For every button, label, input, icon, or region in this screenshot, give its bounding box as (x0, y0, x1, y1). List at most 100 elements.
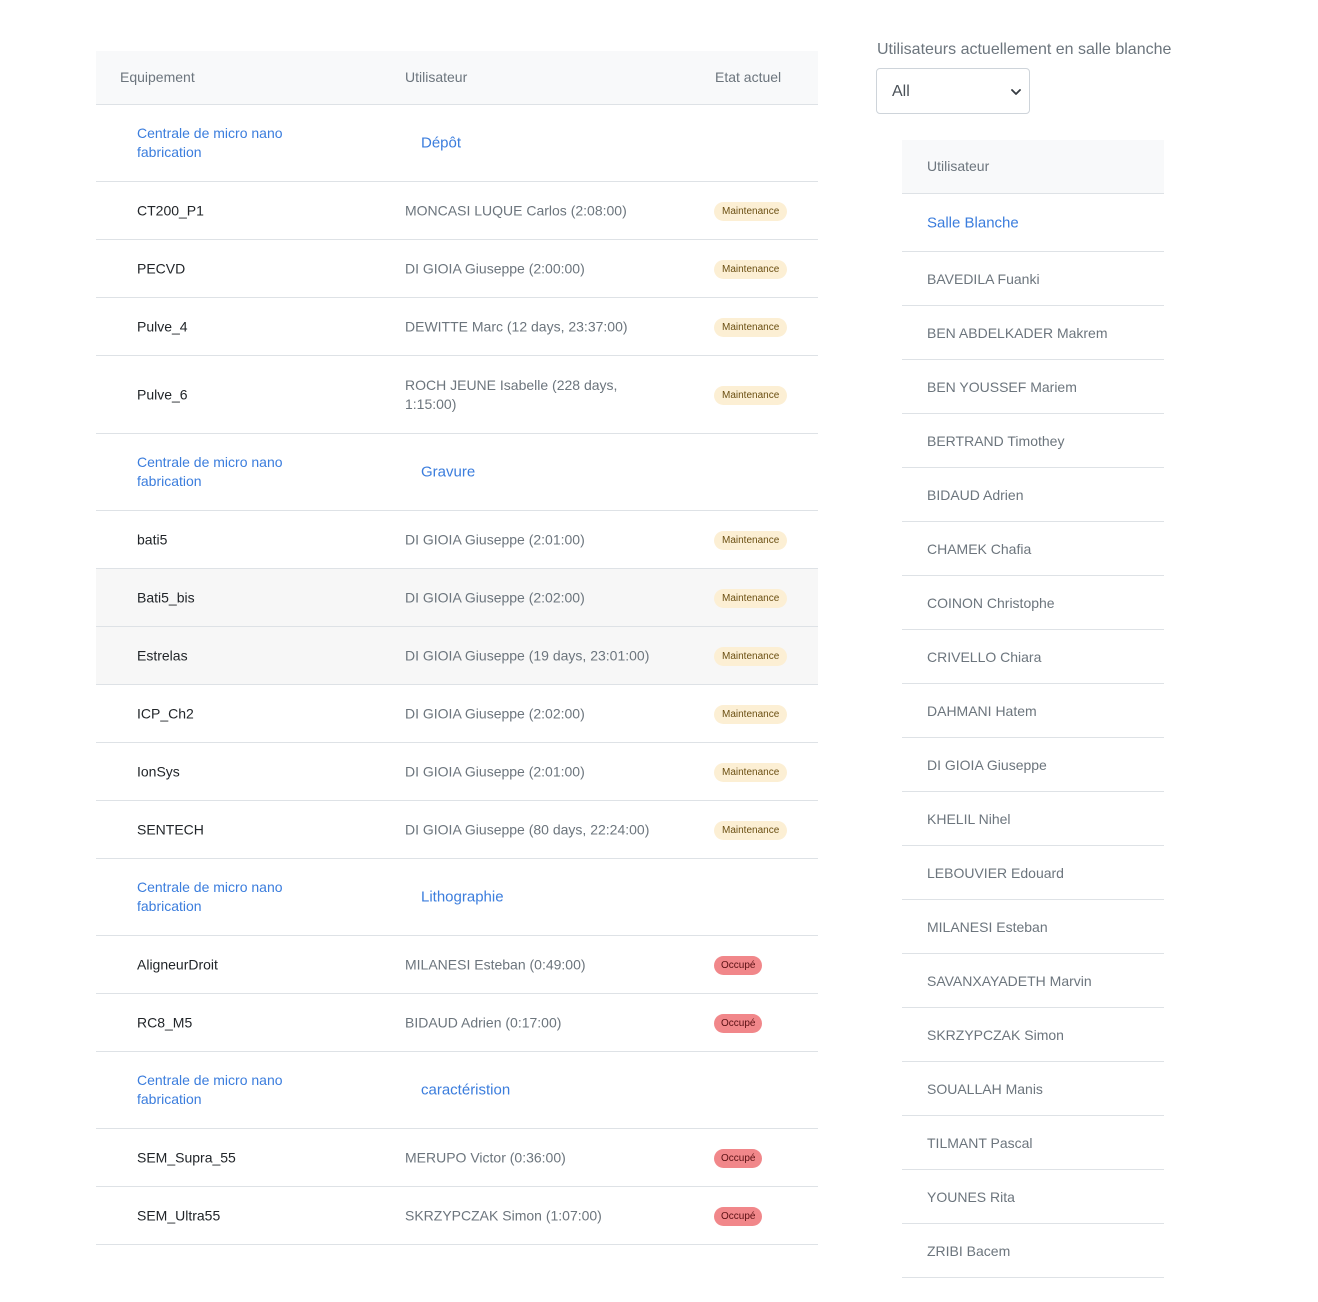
equipment-name: SENTECH (137, 821, 204, 837)
state-cell: Maintenance (714, 820, 788, 840)
list-item: ZRIBI Bacem (902, 1224, 1164, 1278)
table-row[interactable]: SEM_Ultra55 SKRZYPCZAK Simon (1:07:00) Occ… (96, 1187, 818, 1245)
equipment-name: PECVD (137, 260, 186, 276)
state-cell: Maintenance (714, 385, 788, 405)
list-item: CRIVELLO Chiara (902, 630, 1164, 684)
state-cell: Maintenance (714, 259, 788, 279)
status-badge: Maintenance (714, 201, 788, 221)
list-item: CHAMEK Chafia (902, 522, 1164, 576)
list-item: BERTRAND Timothey (902, 414, 1164, 468)
table-row[interactable]: Estrelas DI GIOIA Giuseppe (19 days, 23:0… (96, 627, 818, 685)
equipment-name: CT200_P1 (137, 202, 204, 218)
list-item: DAHMANI Hatem (902, 684, 1164, 738)
status-badge: Maintenance (714, 820, 788, 840)
user-name: ZRIBI Bacem (927, 1242, 1011, 1259)
table-row[interactable]: Pulve_6 ROCH JEUNE Isabelle (228 days, 1:… (96, 356, 818, 434)
group-row: Centrale de micro nano fabrication caract… (96, 1052, 818, 1129)
equipment-name: Pulve_6 (137, 386, 188, 402)
table-row[interactable]: SEM_Supra_55 MERUPO Victor (0:36:00) Occup… (96, 1129, 818, 1187)
list-item: SOUALLAH Manis (902, 1062, 1164, 1116)
list-item: BAVEDILA Fuanki (902, 252, 1164, 306)
table-row[interactable]: Bati5_bis DI GIOIA Giuseppe (2:02:00) Main… (96, 569, 818, 627)
table-row[interactable]: AligneurDroit MILANESI Esteban (0:49:00) O… (96, 936, 818, 994)
status-badge: Maintenance (714, 385, 788, 405)
table-row[interactable]: bati5 DI GIOIA Giuseppe (2:01:00) Maintena… (96, 511, 818, 569)
user-name: BEN YOUSSEF Mariem (927, 378, 1077, 395)
list-item: YOUNES Rita (902, 1170, 1164, 1224)
state-cell: Maintenance (714, 201, 788, 221)
header-equipment: Equipement (120, 69, 195, 85)
header-state: Etat actuel (715, 69, 782, 85)
table-row[interactable]: PECVD DI GIOIA Giuseppe (2:00:00) Maintena… (96, 240, 818, 298)
table-row[interactable]: Pulve_4 DEWITTE Marc (12 days, 23:37:00) M… (96, 298, 818, 356)
user-name: SAVANXAYADETH Marvin (927, 972, 1092, 989)
user-name: COINON Christophe (927, 594, 1055, 611)
room-filter-select[interactable]: All (876, 68, 1030, 114)
equipment-user: DI GIOIA Giuseppe (2:02:00) (405, 705, 585, 721)
equipment-name: ICP_Ch2 (137, 705, 194, 721)
list-item: COINON Christophe (902, 576, 1164, 630)
user-name: TILMANT Pascal (927, 1134, 1033, 1151)
equipment-user: DEWITTE Marc (12 days, 23:37:00) (405, 318, 628, 334)
equipment-user: BIDAUD Adrien (0:17:00) (405, 1014, 562, 1030)
room-filter-value: All (892, 83, 910, 100)
equipment-table-body: Centrale de micro nano fabrication Dépôt C… (96, 105, 818, 1245)
status-badge: Maintenance (714, 704, 788, 724)
state-cell: Maintenance (714, 762, 788, 782)
status-badge: Maintenance (714, 762, 788, 782)
user-name: CRIVELLO Chiara (927, 648, 1042, 665)
org-link[interactable]: Centrale de micro nano fabrication (137, 878, 337, 916)
status-badge: Maintenance (714, 317, 788, 337)
equipment-user: ROCH JEUNE Isabelle (228 days, 1:15:00) (405, 376, 618, 412)
org-link[interactable]: Centrale de micro nano fabrication (137, 1071, 337, 1109)
user-name: SKRZYPCZAK Simon (927, 1026, 1064, 1043)
equipment-user: DI GIOIA Giuseppe (80 days, 22:24:00) (405, 821, 650, 837)
users-panel-label: Utilisateurs actuellement en salle blanc… (877, 41, 1172, 58)
user-name: SOUALLAH Manis (927, 1080, 1043, 1097)
equipment-user: MILANESI Esteban (0:49:00) (405, 956, 586, 972)
list-item: LEBOUVIER Edouard (902, 846, 1164, 900)
user-name: MILANESI Esteban (927, 918, 1048, 935)
state-cell: Maintenance (714, 317, 788, 337)
room-row[interactable]: Salle Blanche (902, 194, 1164, 252)
users-table: Utilisateur Salle Blanche BAVEDILA Fuank… (902, 140, 1164, 1278)
user-name: DAHMANI Hatem (927, 702, 1037, 719)
equipment-name: Estrelas (137, 647, 188, 663)
equipment-name: IonSys (137, 763, 180, 779)
state-cell: Occupé (714, 955, 763, 975)
org-link[interactable]: Centrale de micro nano fabrication (137, 124, 337, 162)
equipment-user: DI GIOIA Giuseppe (19 days, 23:01:00) (405, 647, 650, 663)
status-badge: Occupé (714, 1148, 763, 1168)
table-row[interactable]: IonSys DI GIOIA Giuseppe (2:01:00) Mainten… (96, 743, 818, 801)
state-cell: Occupé (714, 1148, 763, 1168)
equipment-name: Pulve_4 (137, 318, 188, 334)
group-row: Centrale de micro nano fabrication Dépôt (96, 105, 818, 182)
status-badge: Maintenance (714, 588, 788, 608)
user-name: DI GIOIA Giuseppe (927, 756, 1047, 773)
state-cell: Maintenance (714, 646, 788, 666)
category-link[interactable]: caractéristion (421, 1082, 510, 1099)
category-link[interactable]: Dépôt (421, 135, 461, 152)
equipment-user: MERUPO Victor (0:36:00) (405, 1149, 566, 1165)
equipment-user: DI GIOIA Giuseppe (2:01:00) (405, 531, 585, 547)
equipment-table-header: Equipement Utilisateur Etat actuel (96, 51, 818, 105)
equipment-name: AligneurDroit (137, 956, 218, 972)
table-row[interactable]: CT200_P1 MONCASI LUQUE Carlos (2:08:00) Ma… (96, 182, 818, 240)
status-badge: Maintenance (714, 530, 788, 550)
list-item: TILMANT Pascal (902, 1116, 1164, 1170)
category-link[interactable]: Lithographie (421, 889, 504, 906)
equipment-name: Bati5_bis (137, 589, 195, 605)
equipment-user: DI GIOIA Giuseppe (2:02:00) (405, 589, 585, 605)
state-cell: Maintenance (714, 704, 788, 724)
table-row[interactable]: SENTECH DI GIOIA Giuseppe (80 days, 22:24… (96, 801, 818, 859)
category-link[interactable]: Gravure (421, 464, 475, 481)
equipment-user: MONCASI LUQUE Carlos (2:08:00) (405, 202, 627, 218)
table-row[interactable]: RC8_M5 BIDAUD Adrien (0:17:00) Occupé (96, 994, 818, 1052)
user-name: BERTRAND Timothey (927, 432, 1065, 449)
header-user: Utilisateur (405, 69, 468, 85)
room-link[interactable]: Salle Blanche (927, 214, 1019, 231)
org-link[interactable]: Centrale de micro nano fabrication (137, 453, 337, 491)
table-row[interactable]: ICP_Ch2 DI GIOIA Giuseppe (2:02:00) Mainte… (96, 685, 818, 743)
list-item: BIDAUD Adrien (902, 468, 1164, 522)
chevron-down-icon (1011, 89, 1021, 95)
